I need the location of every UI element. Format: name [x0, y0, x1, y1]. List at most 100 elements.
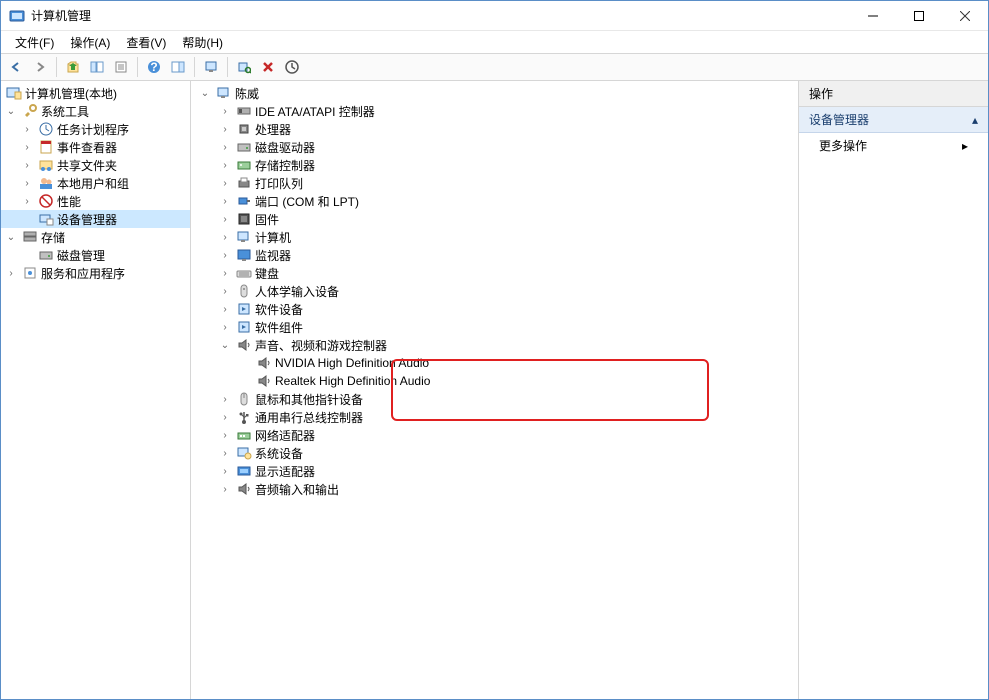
dev-audioio[interactable]: › 音频输入和输出 [191, 480, 798, 498]
expander-icon[interactable]: › [217, 463, 233, 479]
expander-icon[interactable]: › [217, 121, 233, 137]
expander-icon[interactable]: › [217, 283, 233, 299]
device-tree[interactable]: ⌄陈威›IDE ATA/ATAPI 控制器›处理器›磁盘驱动器›存储控制器›打印… [191, 81, 798, 699]
expander-icon[interactable]: › [217, 103, 233, 119]
expander-icon[interactable]: › [217, 265, 233, 281]
tree-perf[interactable]: › 性能 [1, 192, 190, 210]
dev-display[interactable]: ›显示适配器 [191, 462, 798, 480]
expander-icon[interactable]: › [217, 247, 233, 263]
dev-net[interactable]: › 网络适配器 [191, 426, 798, 444]
tree-services[interactable]: › 服务和应用程序 [1, 264, 190, 282]
dev-label: 存储控制器 [255, 157, 315, 174]
tree-tasksched[interactable]: › 任务计划程序 [1, 120, 190, 138]
expander-icon[interactable]: › [217, 445, 233, 461]
dev-swdev[interactable]: › 软件设备 [191, 300, 798, 318]
monitor-button[interactable] [200, 56, 222, 78]
tree-localusers[interactable]: › 本地用户和组 [1, 174, 190, 192]
menu-file[interactable]: 文件(F) [7, 32, 62, 53]
dev-storage[interactable]: › 存储控制器 [191, 156, 798, 174]
expander-icon[interactable]: › [19, 157, 35, 173]
snd-icon [256, 355, 272, 371]
expander-icon[interactable]: › [217, 409, 233, 425]
tree-root[interactable]: 计算机管理(本地) [1, 84, 190, 102]
dev-sound-nvidia[interactable]: NVIDIA High Definition Audio [191, 354, 798, 372]
forward-button[interactable] [29, 56, 51, 78]
expander-icon[interactable]: › [217, 139, 233, 155]
up-button[interactable] [62, 56, 84, 78]
expander-icon[interactable]: ⌄ [3, 229, 19, 245]
dev-cpu[interactable]: › 处理器 [191, 120, 798, 138]
expander-icon[interactable]: › [3, 265, 19, 281]
expander-icon[interactable]: › [19, 121, 35, 137]
perf-icon [38, 193, 54, 209]
expander-icon[interactable]: ⌄ [217, 337, 233, 353]
dev-label: 网络适配器 [255, 427, 315, 444]
snd-icon [236, 481, 252, 497]
dev-firmware[interactable]: ›固件 [191, 210, 798, 228]
back-button[interactable] [5, 56, 27, 78]
expander-icon[interactable]: ⌄ [3, 103, 19, 119]
expander-icon[interactable]: › [19, 175, 35, 191]
tree-eventvwr[interactable]: › 事件查看器 [1, 138, 190, 156]
expander-icon[interactable]: › [217, 229, 233, 245]
expander-icon[interactable]: › [19, 193, 35, 209]
properties-button[interactable] [110, 56, 132, 78]
show-hide-tree-button[interactable] [86, 56, 108, 78]
dev-label: 音频输入和输出 [255, 481, 339, 498]
dev-ide[interactable]: ›IDE ATA/ATAPI 控制器 [191, 102, 798, 120]
expander-icon[interactable]: › [217, 211, 233, 227]
close-button[interactable] [942, 1, 988, 31]
dev-monitor[interactable]: ›监视器 [191, 246, 798, 264]
expander-icon[interactable]: ⌄ [197, 85, 213, 101]
actions-more[interactable]: 更多操作 ▸ [799, 133, 988, 158]
expander-icon[interactable]: › [217, 391, 233, 407]
minimize-button[interactable] [850, 1, 896, 31]
dev-root[interactable]: ⌄陈威 [191, 84, 798, 102]
expander-icon[interactable]: › [217, 481, 233, 497]
tree-label: 系统工具 [41, 103, 89, 120]
dev-mouse[interactable]: ›鼠标和其他指针设备 [191, 390, 798, 408]
scan-button[interactable] [233, 56, 255, 78]
dev-disk[interactable]: ›磁盘驱动器 [191, 138, 798, 156]
dev-label: 软件设备 [255, 301, 303, 318]
tree-systools[interactable]: ⌄ 系统工具 [1, 102, 190, 120]
action-pane-button[interactable] [167, 56, 189, 78]
tools-icon [22, 103, 38, 119]
port-icon [236, 193, 252, 209]
tree-label: 本地用户和组 [57, 175, 129, 192]
delete-button[interactable] [257, 56, 279, 78]
dev-usb[interactable]: ›通用串行总线控制器 [191, 408, 798, 426]
pc-icon [216, 85, 232, 101]
dev-sound[interactable]: ⌄声音、视频和游戏控制器 [191, 336, 798, 354]
expander-icon[interactable]: › [217, 319, 233, 335]
dev-sysdev[interactable]: ›系统设备 [191, 444, 798, 462]
dev-keyboard[interactable]: ›键盘 [191, 264, 798, 282]
expander-icon[interactable]: › [217, 427, 233, 443]
dev-label: 处理器 [255, 121, 291, 138]
menu-help[interactable]: 帮助(H) [174, 32, 231, 53]
dev-ports[interactable]: › 端口 (COM 和 LPT) [191, 192, 798, 210]
maximize-button[interactable] [896, 1, 942, 31]
tree-diskmgr[interactable]: 磁盘管理 [1, 246, 190, 264]
dev-sound-realtek[interactable]: Realtek High Definition Audio [191, 372, 798, 390]
help-button[interactable]: ? [143, 56, 165, 78]
actions-section[interactable]: 设备管理器 ▴ [799, 107, 988, 133]
menu-view[interactable]: 查看(V) [118, 32, 174, 53]
tree-devmgr[interactable]: 设备管理器 [1, 210, 190, 228]
dev-hid[interactable]: ›人体学输入设备 [191, 282, 798, 300]
expander-icon[interactable]: › [217, 301, 233, 317]
dev-label: 端口 (COM 和 LPT) [255, 193, 359, 210]
menu-action[interactable]: 操作(A) [62, 32, 118, 53]
dev-swcomp[interactable]: ›软件组件 [191, 318, 798, 336]
dev-printq[interactable]: ›打印队列 [191, 174, 798, 192]
enable-button[interactable] [281, 56, 303, 78]
tree-shared[interactable]: › 共享文件夹 [1, 156, 190, 174]
tree-storage[interactable]: ⌄ 存储 [1, 228, 190, 246]
left-tree[interactable]: 计算机管理(本地) ⌄ 系统工具 › 任务计划程序 › 事件查看器 › 共享文件… [1, 81, 191, 699]
dev-computer[interactable]: ›计算机 [191, 228, 798, 246]
disp-icon [236, 463, 252, 479]
expander-icon[interactable]: › [217, 193, 233, 209]
expander-icon[interactable]: › [19, 139, 35, 155]
expander-icon[interactable]: › [217, 157, 233, 173]
expander-icon[interactable]: › [217, 175, 233, 191]
